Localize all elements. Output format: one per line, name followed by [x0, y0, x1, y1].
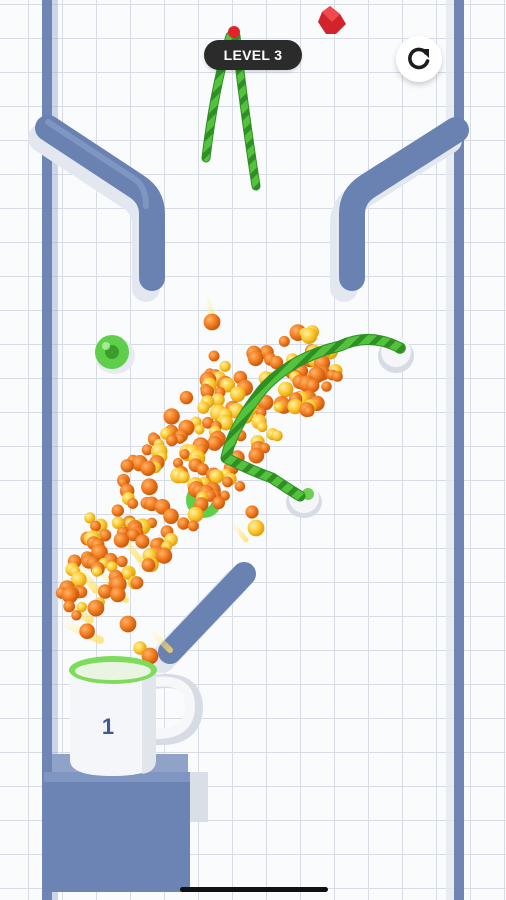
ball — [248, 447, 265, 464]
ball — [257, 421, 268, 433]
ball — [187, 506, 204, 523]
ball — [177, 470, 190, 484]
restart-icon — [408, 47, 430, 70]
ball — [90, 520, 101, 532]
ball — [113, 532, 130, 548]
ball — [130, 576, 144, 590]
ball — [141, 478, 158, 496]
cup-number: 1 — [101, 714, 115, 739]
ball — [111, 504, 125, 517]
level-indicator: LEVEL 3 — [204, 40, 302, 70]
ball — [208, 350, 220, 362]
ball — [247, 350, 264, 367]
ball — [79, 623, 95, 639]
ball — [278, 335, 290, 347]
ball — [156, 547, 173, 564]
ball — [273, 401, 285, 413]
restart-button[interactable] — [396, 36, 442, 82]
ball — [163, 508, 179, 524]
red-gem-icon — [318, 6, 346, 34]
peg-left-green[interactable] — [95, 335, 135, 374]
ball — [63, 600, 76, 613]
ball — [140, 460, 156, 476]
ball — [197, 401, 210, 414]
ball — [187, 520, 199, 532]
ball — [207, 435, 223, 451]
home-indicator — [180, 887, 328, 892]
ball — [332, 371, 343, 382]
ball — [203, 313, 221, 331]
game-board[interactable]: LEVEL 3 1 — [0, 0, 506, 900]
ball — [163, 408, 180, 425]
ball — [87, 599, 105, 617]
game-scene — [28, 0, 469, 900]
ball — [179, 390, 194, 405]
ball — [127, 498, 139, 509]
ball — [219, 360, 231, 372]
ball — [177, 517, 190, 530]
ball — [321, 381, 332, 392]
ball — [229, 386, 246, 403]
ball — [303, 406, 315, 417]
ball — [247, 519, 265, 537]
ball — [245, 505, 259, 519]
slanted-bar-obstacle — [149, 562, 256, 673]
ball — [110, 586, 126, 603]
ball — [212, 496, 226, 510]
ball — [179, 449, 190, 460]
ball — [209, 469, 224, 484]
ball — [222, 476, 233, 488]
ball — [271, 430, 283, 442]
ball — [300, 327, 318, 344]
ball — [194, 424, 205, 435]
ball — [71, 610, 82, 621]
right-pipe-obstacle — [330, 117, 469, 302]
ball — [141, 558, 156, 572]
ball — [234, 481, 246, 492]
ball — [98, 584, 113, 599]
ball — [165, 434, 178, 447]
ball — [135, 534, 150, 549]
ball — [120, 459, 134, 473]
ball — [119, 615, 137, 633]
ball — [91, 566, 103, 577]
left-pipe-obstacle — [28, 115, 165, 302]
ball — [116, 555, 128, 568]
